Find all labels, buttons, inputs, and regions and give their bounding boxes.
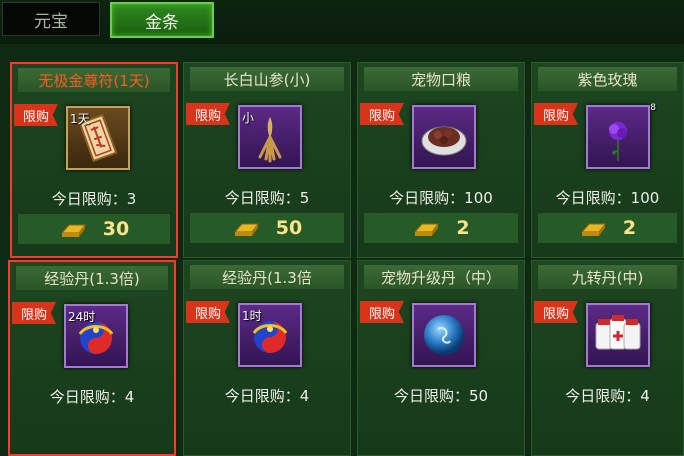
price-bar[interactable]: 30: [18, 214, 170, 244]
item-title: 紫色玫瑰: [538, 67, 677, 91]
shop-item-card[interactable]: 宠物升级丹（中） 限购 今日限购：50: [357, 260, 525, 456]
purple-rose-icon[interactable]: 8: [586, 103, 656, 169]
shop-item-card[interactable]: 经验丹(1.3倍) 限购 24时 今日限购：4: [8, 260, 176, 456]
item-title: 无极金尊符(1天): [18, 68, 170, 92]
top-tab-bar: 元宝 金条: [0, 0, 684, 44]
limited-purchase-ribbon: 限购: [186, 301, 230, 323]
shop-item-card[interactable]: 宠物口粮 限购 今日限购：100 2: [357, 62, 525, 258]
limited-purchase-ribbon: 限购: [534, 301, 578, 323]
tab-gold-bar[interactable]: 金条: [110, 2, 214, 38]
shop-item-card[interactable]: 经验丹(1.3倍 限购 1时 今日限购：4: [183, 260, 351, 456]
limited-purchase-ribbon: 限购: [14, 104, 58, 126]
price-bar[interactable]: 2: [538, 213, 677, 243]
item-tag: 8: [650, 103, 656, 113]
item-tag: 1天: [70, 112, 90, 126]
item-tag: 24时: [68, 310, 96, 324]
item-title: 经验丹(1.3倍: [190, 265, 344, 289]
pet-food-icon[interactable]: [412, 105, 476, 169]
price-value: 50: [275, 217, 303, 239]
daily-limit: 今日限购：3: [51, 190, 137, 208]
daily-limit: 今日限购：100: [389, 189, 493, 207]
shop-item-card[interactable]: 紫色玫瑰 限购 8 今日限购：100 2: [531, 62, 684, 258]
daily-limit: 今日限购：5: [224, 189, 310, 207]
nine-turn-pill-icon[interactable]: [586, 303, 650, 367]
gold-bar-icon: [580, 223, 606, 236]
item-tag: 小: [242, 111, 255, 125]
ginseng-icon[interactable]: 小: [238, 105, 302, 169]
daily-limit: 今日限购：4: [224, 387, 310, 405]
limited-purchase-ribbon: 限购: [360, 103, 404, 125]
item-title: 长白山参(小): [190, 67, 344, 91]
daily-limit: 今日限购：100: [555, 189, 660, 207]
limited-purchase-ribbon: 限购: [186, 103, 230, 125]
item-title: 九转丹(中): [538, 265, 677, 289]
price-bar[interactable]: 2: [364, 213, 518, 243]
pet-upgrade-pill-icon[interactable]: [412, 303, 476, 367]
limited-purchase-ribbon: 限购: [12, 302, 56, 324]
exp-pill-icon[interactable]: 1时: [238, 303, 302, 367]
limited-purchase-ribbon: 限购: [360, 301, 404, 323]
gold-bar-icon: [233, 223, 259, 236]
item-tag: 1时: [242, 309, 262, 323]
item-title: 经验丹(1.3倍): [16, 266, 168, 290]
price-bar[interactable]: 50: [190, 213, 344, 243]
price-value: 30: [102, 218, 130, 240]
talisman-icon[interactable]: 1天: [66, 106, 130, 170]
daily-limit: 今日限购：4: [565, 387, 650, 405]
daily-limit: 今日限购：4: [49, 388, 135, 406]
shop-item-card[interactable]: 九转丹(中) 限购 今日限购：4: [531, 260, 684, 456]
price-value: 2: [622, 217, 637, 239]
daily-limit: 今日限购：50: [393, 387, 489, 405]
item-title: 宠物口粮: [364, 67, 518, 91]
item-title: 宠物升级丹（中）: [364, 265, 518, 289]
exp-pill-icon[interactable]: 24时: [64, 304, 128, 368]
gold-bar-icon: [60, 224, 86, 237]
limited-purchase-ribbon: 限购: [534, 103, 578, 125]
price-value: 2: [456, 217, 470, 239]
gold-bar-icon: [414, 223, 440, 236]
tab-yuanbao[interactable]: 元宝: [2, 2, 100, 36]
shop-item-card[interactable]: 长白山参(小) 限购 小 今日限购：5 50: [183, 62, 351, 258]
shop-item-card[interactable]: 无极金尊符(1天) 限购 1天 今日限购：3 30: [10, 62, 178, 258]
shop-item-grid: 无极金尊符(1天) 限购 1天 今日限购：3 30 长白山参(小) 限购 小 今…: [0, 52, 684, 456]
